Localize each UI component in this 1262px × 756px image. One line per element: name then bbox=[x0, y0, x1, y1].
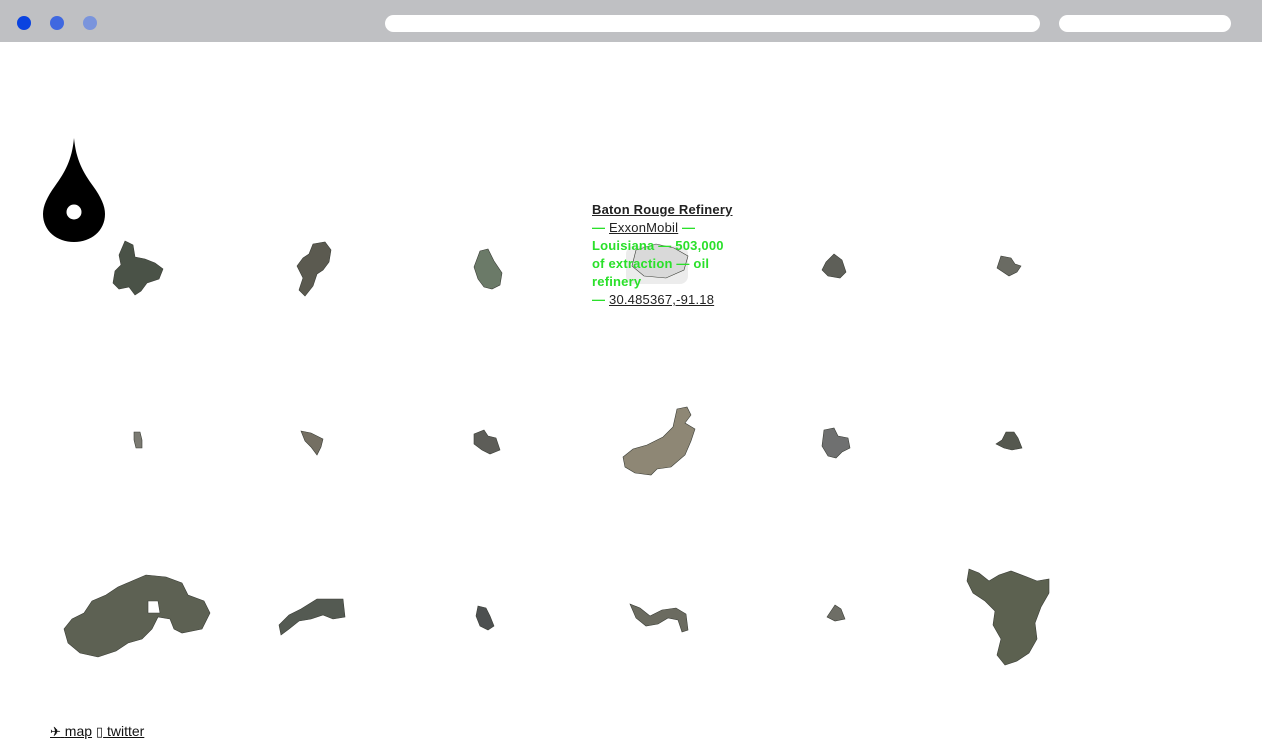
refinery-details: Louisiana — 503,000 of extraction — oil … bbox=[592, 238, 724, 289]
twitter-link[interactable]: ▯ twitter bbox=[96, 723, 144, 739]
refinery-site-16[interactable] bbox=[628, 600, 690, 634]
minimize-window-dot[interactable] bbox=[50, 16, 64, 30]
oil-drop-logo-icon[interactable] bbox=[43, 138, 105, 242]
map-link-label: map bbox=[64, 723, 93, 739]
refinery-site-14[interactable] bbox=[277, 597, 346, 637]
refinery-site-10[interactable] bbox=[621, 406, 699, 476]
refinery-site-11[interactable] bbox=[820, 427, 852, 460]
refinery-site-1[interactable] bbox=[111, 239, 164, 299]
close-window-dot[interactable] bbox=[17, 16, 31, 30]
refinery-site-7[interactable] bbox=[132, 430, 144, 450]
refinery-site-3[interactable] bbox=[472, 248, 504, 291]
refinery-info-card: Baton Rouge Refinery — ExxonMobil — Loui… bbox=[592, 201, 734, 331]
separator: — bbox=[592, 292, 610, 307]
refinery-site-5[interactable] bbox=[820, 252, 848, 280]
twitter-link-label: twitter bbox=[106, 723, 145, 739]
refinery-site-17[interactable] bbox=[825, 603, 847, 623]
browser-search-bar[interactable] bbox=[1059, 15, 1231, 32]
maximize-window-dot[interactable] bbox=[83, 16, 97, 30]
refinery-site-15[interactable] bbox=[474, 604, 496, 632]
coordinates-link[interactable]: 30.485367,-91.18 bbox=[609, 292, 714, 307]
address-bar[interactable] bbox=[385, 15, 1040, 32]
refinery-site-2[interactable] bbox=[295, 241, 333, 298]
refinery-site-9[interactable] bbox=[470, 428, 502, 456]
twitter-icon: ▯ bbox=[95, 724, 104, 739]
refinery-site-18[interactable] bbox=[965, 567, 1051, 667]
refinery-site-6[interactable] bbox=[995, 254, 1023, 278]
separator: — bbox=[678, 220, 696, 235]
airplane-icon: ✈ bbox=[50, 724, 61, 739]
refinery-site-13[interactable] bbox=[62, 573, 212, 659]
refinery-site-8[interactable] bbox=[299, 429, 325, 457]
map-link[interactable]: ✈ map bbox=[50, 723, 92, 739]
refinery-site-12[interactable] bbox=[994, 430, 1024, 452]
browser-toolbar bbox=[0, 0, 1262, 42]
operator-link[interactable]: ExxonMobil bbox=[609, 220, 678, 235]
refinery-name-link[interactable]: Baton Rouge Refinery bbox=[592, 202, 733, 217]
separator: — bbox=[592, 220, 610, 235]
footer-links: ✈ map ▯ twitter bbox=[50, 723, 144, 740]
